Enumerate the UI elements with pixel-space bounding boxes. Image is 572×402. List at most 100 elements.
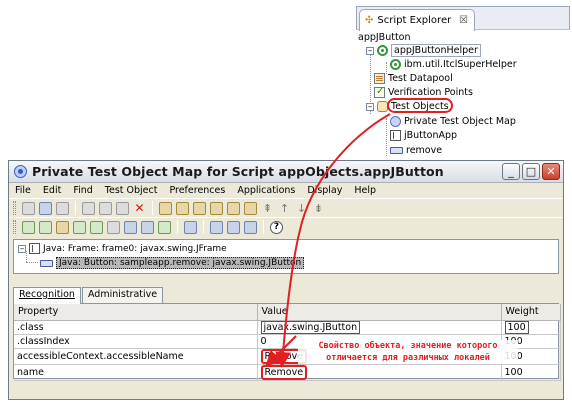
green-circle-icon [377, 45, 388, 56]
property-cell[interactable]: .classIndex [14, 334, 258, 349]
add-object-icon[interactable] [22, 220, 35, 234]
tree-item-test-objects[interactable]: − Test Objects [366, 98, 453, 113]
toolbar-grip [13, 220, 16, 234]
menu-applications[interactable]: Applications [236, 185, 296, 196]
maximize-button[interactable]: □ [522, 163, 540, 180]
search-icon[interactable] [210, 201, 223, 215]
back-icon[interactable] [56, 201, 69, 215]
red-highlight-circle [387, 98, 453, 113]
cut-icon[interactable] [82, 201, 95, 215]
weight-cell[interactable]: 100 [501, 364, 561, 381]
find-icon[interactable] [159, 201, 172, 215]
tree-item-datapool[interactable]: Test Datapool [374, 73, 453, 84]
menu-preferences[interactable]: Preferences [168, 185, 226, 196]
menu-test-object[interactable]: Test Object [104, 185, 159, 196]
value-cell[interactable]: javax.swing.JButton [257, 320, 502, 335]
button-icon [390, 147, 403, 154]
arrow-up-icon[interactable]: ↑ [278, 202, 291, 215]
collapse-icon[interactable]: − [18, 244, 26, 253]
window-titlebar[interactable]: Private Test Object Map for Script appOb… [9, 161, 563, 183]
move-down-all-icon[interactable]: ⇟ [312, 202, 325, 215]
collapse-icon[interactable]: − [366, 102, 374, 111]
globe-icon [390, 116, 401, 127]
column-header-value[interactable]: Value [257, 304, 502, 321]
tree-item-superhelper[interactable]: ibm.util.ItclSuperHelper [390, 59, 517, 70]
expand-all-icon[interactable] [210, 220, 223, 234]
update-icon[interactable] [141, 220, 154, 234]
window-controls: _ □ ✕ [502, 163, 560, 180]
minimize-button[interactable]: _ [502, 163, 520, 180]
table-row[interactable]: .class javax.swing.JButton 100 [14, 320, 561, 335]
tree-item-label: appJButtonHelper [391, 44, 481, 57]
tree-item-jbuttonapp[interactable]: jButtonApp [390, 130, 457, 141]
column-header-weight[interactable]: Weight [501, 304, 561, 321]
unify-icon[interactable] [90, 220, 103, 234]
frame-icon [390, 130, 401, 141]
menu-find[interactable]: Find [72, 185, 93, 196]
green-circle-icon [390, 59, 401, 70]
menu-file[interactable]: File [14, 185, 32, 196]
object-map-window: Private Test Object Map for Script appOb… [8, 160, 564, 400]
insert-object-icon[interactable] [39, 220, 52, 234]
tab-script-explorer[interactable]: ✣ Script Explorer ☒ [359, 9, 475, 31]
property-cell[interactable]: accessibleContext.accessibleName [14, 348, 258, 365]
toolbar-separator [152, 201, 153, 215]
explorer-tabbar: ✣ Script Explorer ☒ [356, 6, 570, 31]
tab-recognition[interactable]: Recognition [13, 287, 81, 304]
value-cell[interactable]: Remove [257, 364, 502, 381]
checkmark-icon [374, 86, 385, 98]
property-cell[interactable]: .class [14, 320, 258, 335]
open-icon[interactable] [39, 201, 52, 215]
annotation-note: Свойство объекта, значение которого отли… [298, 340, 518, 364]
table-row[interactable]: name Remove 100 [14, 364, 561, 381]
test-icon[interactable] [158, 220, 171, 234]
script-explorer-tab-label: Script Explorer [377, 15, 452, 26]
tree-line [26, 262, 38, 263]
replace-icon[interactable] [193, 201, 206, 215]
collapse-icon[interactable]: − [366, 46, 374, 55]
tree-item-helper[interactable]: − appJButtonHelper [366, 44, 481, 57]
menu-help[interactable]: Help [353, 185, 377, 196]
property-cell[interactable]: name [14, 364, 258, 381]
tree-item-frame[interactable]: − Java: Frame: frame0: javax.swing.JFram… [18, 243, 227, 254]
button-icon [40, 259, 53, 267]
column-header-property[interactable]: Property [14, 304, 258, 321]
menu-display[interactable]: Display [306, 185, 343, 196]
close-tab-icon[interactable]: ☒ [459, 15, 468, 26]
collapse-all-icon[interactable] [227, 220, 240, 234]
highlight-icon[interactable] [107, 220, 120, 234]
copy-icon[interactable] [99, 201, 112, 215]
app-icon [14, 165, 27, 178]
script-explorer-icon: ✣ [365, 15, 374, 26]
weight-cell[interactable]: 100 [501, 320, 561, 335]
menu-edit[interactable]: Edit [42, 185, 62, 196]
tree-item-label: ibm.util.ItclSuperHelper [404, 59, 517, 70]
tree-item-remove[interactable]: remove [390, 145, 442, 156]
tab-administrative[interactable]: Administrative [81, 287, 164, 303]
tree-item-label: Test Objects [387, 98, 453, 113]
save-icon[interactable] [22, 201, 35, 215]
tree-item-verification-points[interactable]: Verification Points [374, 86, 473, 98]
tab-administrative-label: Administrative [87, 289, 158, 300]
merge-icon[interactable] [73, 220, 86, 234]
help-icon[interactable]: ? [270, 220, 283, 234]
toolbar-grip [13, 201, 16, 215]
tree-item-private-map[interactable]: Private Test Object Map [390, 116, 516, 127]
close-button[interactable]: ✕ [542, 163, 560, 180]
layout-icon[interactable] [244, 220, 257, 234]
open-folder-icon[interactable] [56, 220, 69, 234]
paste-icon[interactable] [116, 201, 129, 215]
tree-item-button[interactable]: Java: Button: sampleapp.remove: javax.sw… [40, 257, 305, 269]
properties-icon[interactable] [124, 220, 137, 234]
arrow-down-icon[interactable]: ↓ [295, 202, 308, 215]
delete-icon[interactable]: ✕ [133, 201, 146, 215]
move-up-all-icon[interactable]: ⇞ [261, 202, 274, 215]
properties-tabs: Recognition Administrative [13, 287, 164, 304]
filter-icon[interactable] [227, 201, 240, 215]
clear-filter-icon[interactable] [244, 201, 257, 215]
toolbar-separator [177, 220, 178, 234]
tree-item-label: Private Test Object Map [404, 116, 516, 127]
display-icon[interactable] [184, 220, 197, 234]
value-text: javax.swing.JButton [260, 320, 361, 333]
find-next-icon[interactable] [176, 201, 189, 215]
